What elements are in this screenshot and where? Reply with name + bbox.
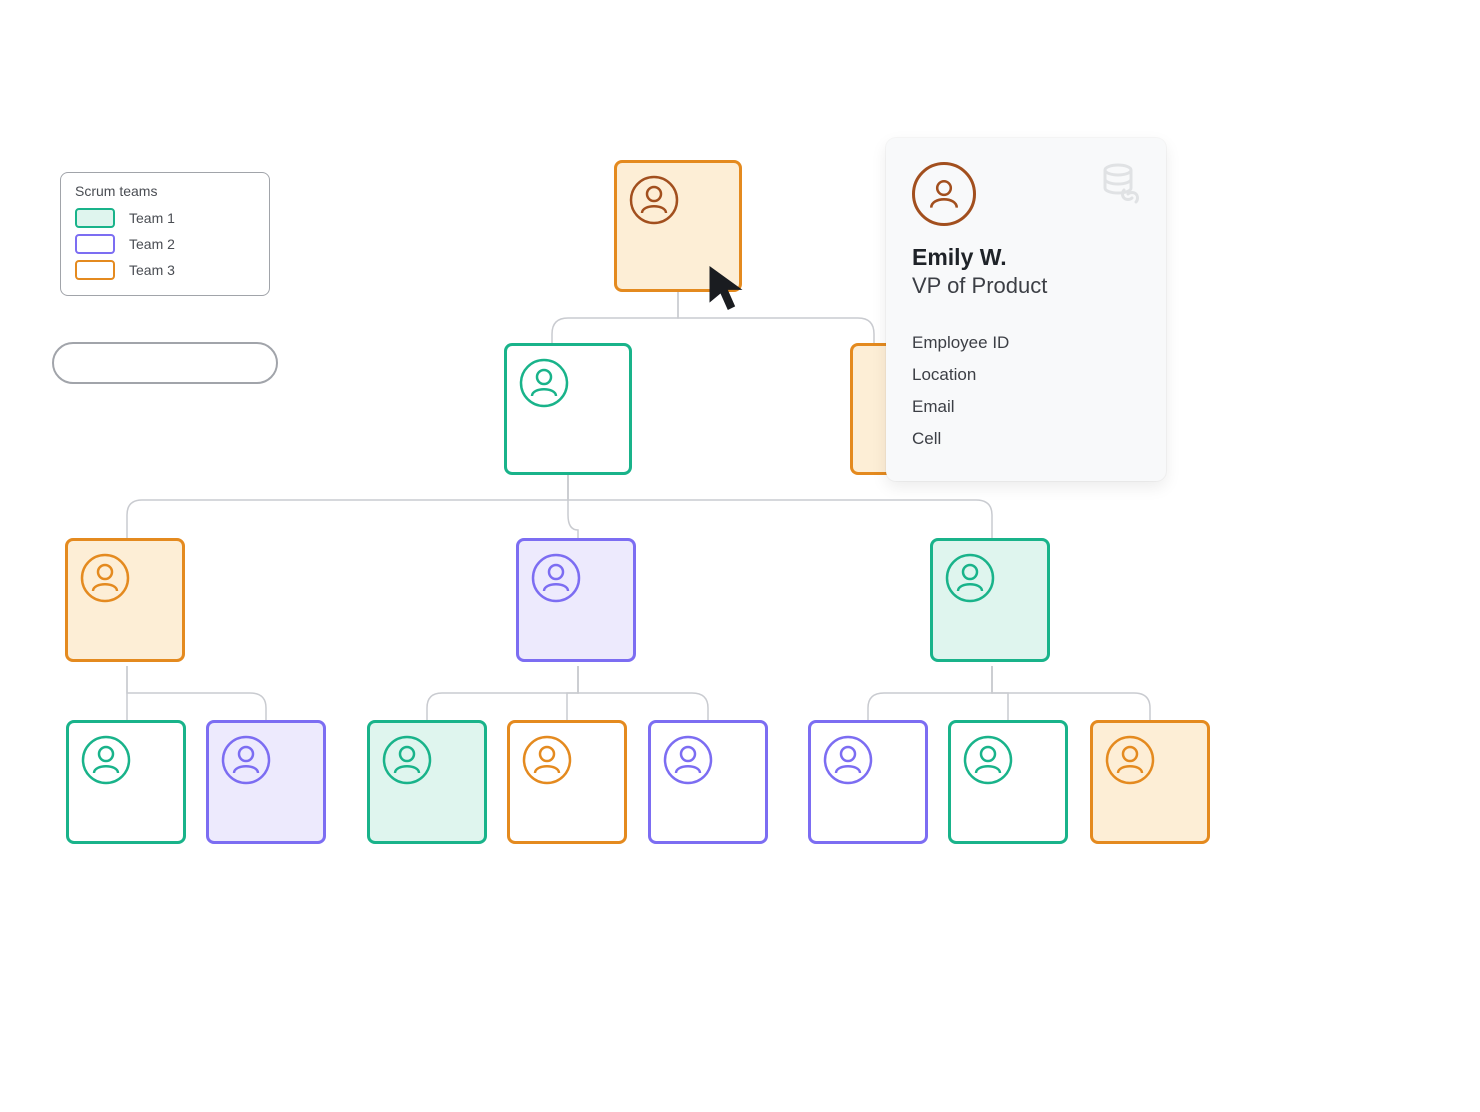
org-node-l2-2[interactable] bbox=[930, 538, 1050, 662]
org-node-l3-0[interactable] bbox=[66, 720, 186, 844]
org-node-l3-1[interactable] bbox=[206, 720, 326, 844]
legend-swatch-team3 bbox=[75, 260, 115, 280]
person-icon bbox=[80, 553, 130, 603]
person-icon bbox=[81, 735, 131, 785]
org-node-l3-3[interactable] bbox=[507, 720, 627, 844]
org-node-l3-4[interactable] bbox=[648, 720, 768, 844]
person-icon bbox=[522, 735, 572, 785]
field-location: Location bbox=[912, 359, 1140, 391]
legend-swatch-team1 bbox=[75, 208, 115, 228]
legend-row-team1: Team 1 bbox=[75, 205, 255, 231]
legend-label-team2: Team 2 bbox=[129, 236, 175, 252]
legend-label-team3: Team 3 bbox=[129, 262, 175, 278]
org-node-l2-1[interactable] bbox=[516, 538, 636, 662]
legend-label-team1: Team 1 bbox=[129, 210, 175, 226]
person-icon bbox=[519, 358, 569, 408]
org-node-l2-0[interactable] bbox=[65, 538, 185, 662]
org-node-l1-0[interactable] bbox=[504, 343, 632, 475]
person-icon bbox=[629, 175, 679, 225]
org-node-l3-7[interactable] bbox=[1090, 720, 1210, 844]
legend: Scrum teams Team 1 Team 2 Team 3 bbox=[60, 172, 270, 296]
person-icon bbox=[963, 735, 1013, 785]
person-icon bbox=[945, 553, 995, 603]
org-node-l3-6[interactable] bbox=[948, 720, 1068, 844]
legend-row-team2: Team 2 bbox=[75, 231, 255, 257]
person-icon bbox=[221, 735, 271, 785]
person-icon bbox=[382, 735, 432, 785]
database-link-icon bbox=[1100, 160, 1144, 204]
person-title: VP of Product bbox=[912, 273, 1140, 299]
legend-row-team3: Team 3 bbox=[75, 257, 255, 283]
org-node-l3-2[interactable] bbox=[367, 720, 487, 844]
field-employee-id: Employee ID bbox=[912, 327, 1140, 359]
person-detail-popover[interactable]: Emily W. VP of Product Employee ID Locat… bbox=[886, 138, 1166, 481]
org-canvas: Scrum teams Team 1 Team 2 Team 3 bbox=[0, 0, 1480, 1112]
person-icon bbox=[663, 735, 713, 785]
field-cell: Cell bbox=[912, 423, 1140, 455]
search-input[interactable] bbox=[52, 342, 278, 384]
field-email: Email bbox=[912, 391, 1140, 423]
legend-title: Scrum teams bbox=[75, 183, 255, 199]
person-icon bbox=[531, 553, 581, 603]
avatar-icon bbox=[912, 162, 976, 226]
person-name: Emily W. bbox=[912, 244, 1140, 271]
person-icon bbox=[1105, 735, 1155, 785]
person-fields: Employee ID Location Email Cell bbox=[912, 327, 1140, 455]
org-node-l3-5[interactable] bbox=[808, 720, 928, 844]
org-node-root[interactable] bbox=[614, 160, 742, 292]
person-icon bbox=[823, 735, 873, 785]
legend-swatch-team2 bbox=[75, 234, 115, 254]
